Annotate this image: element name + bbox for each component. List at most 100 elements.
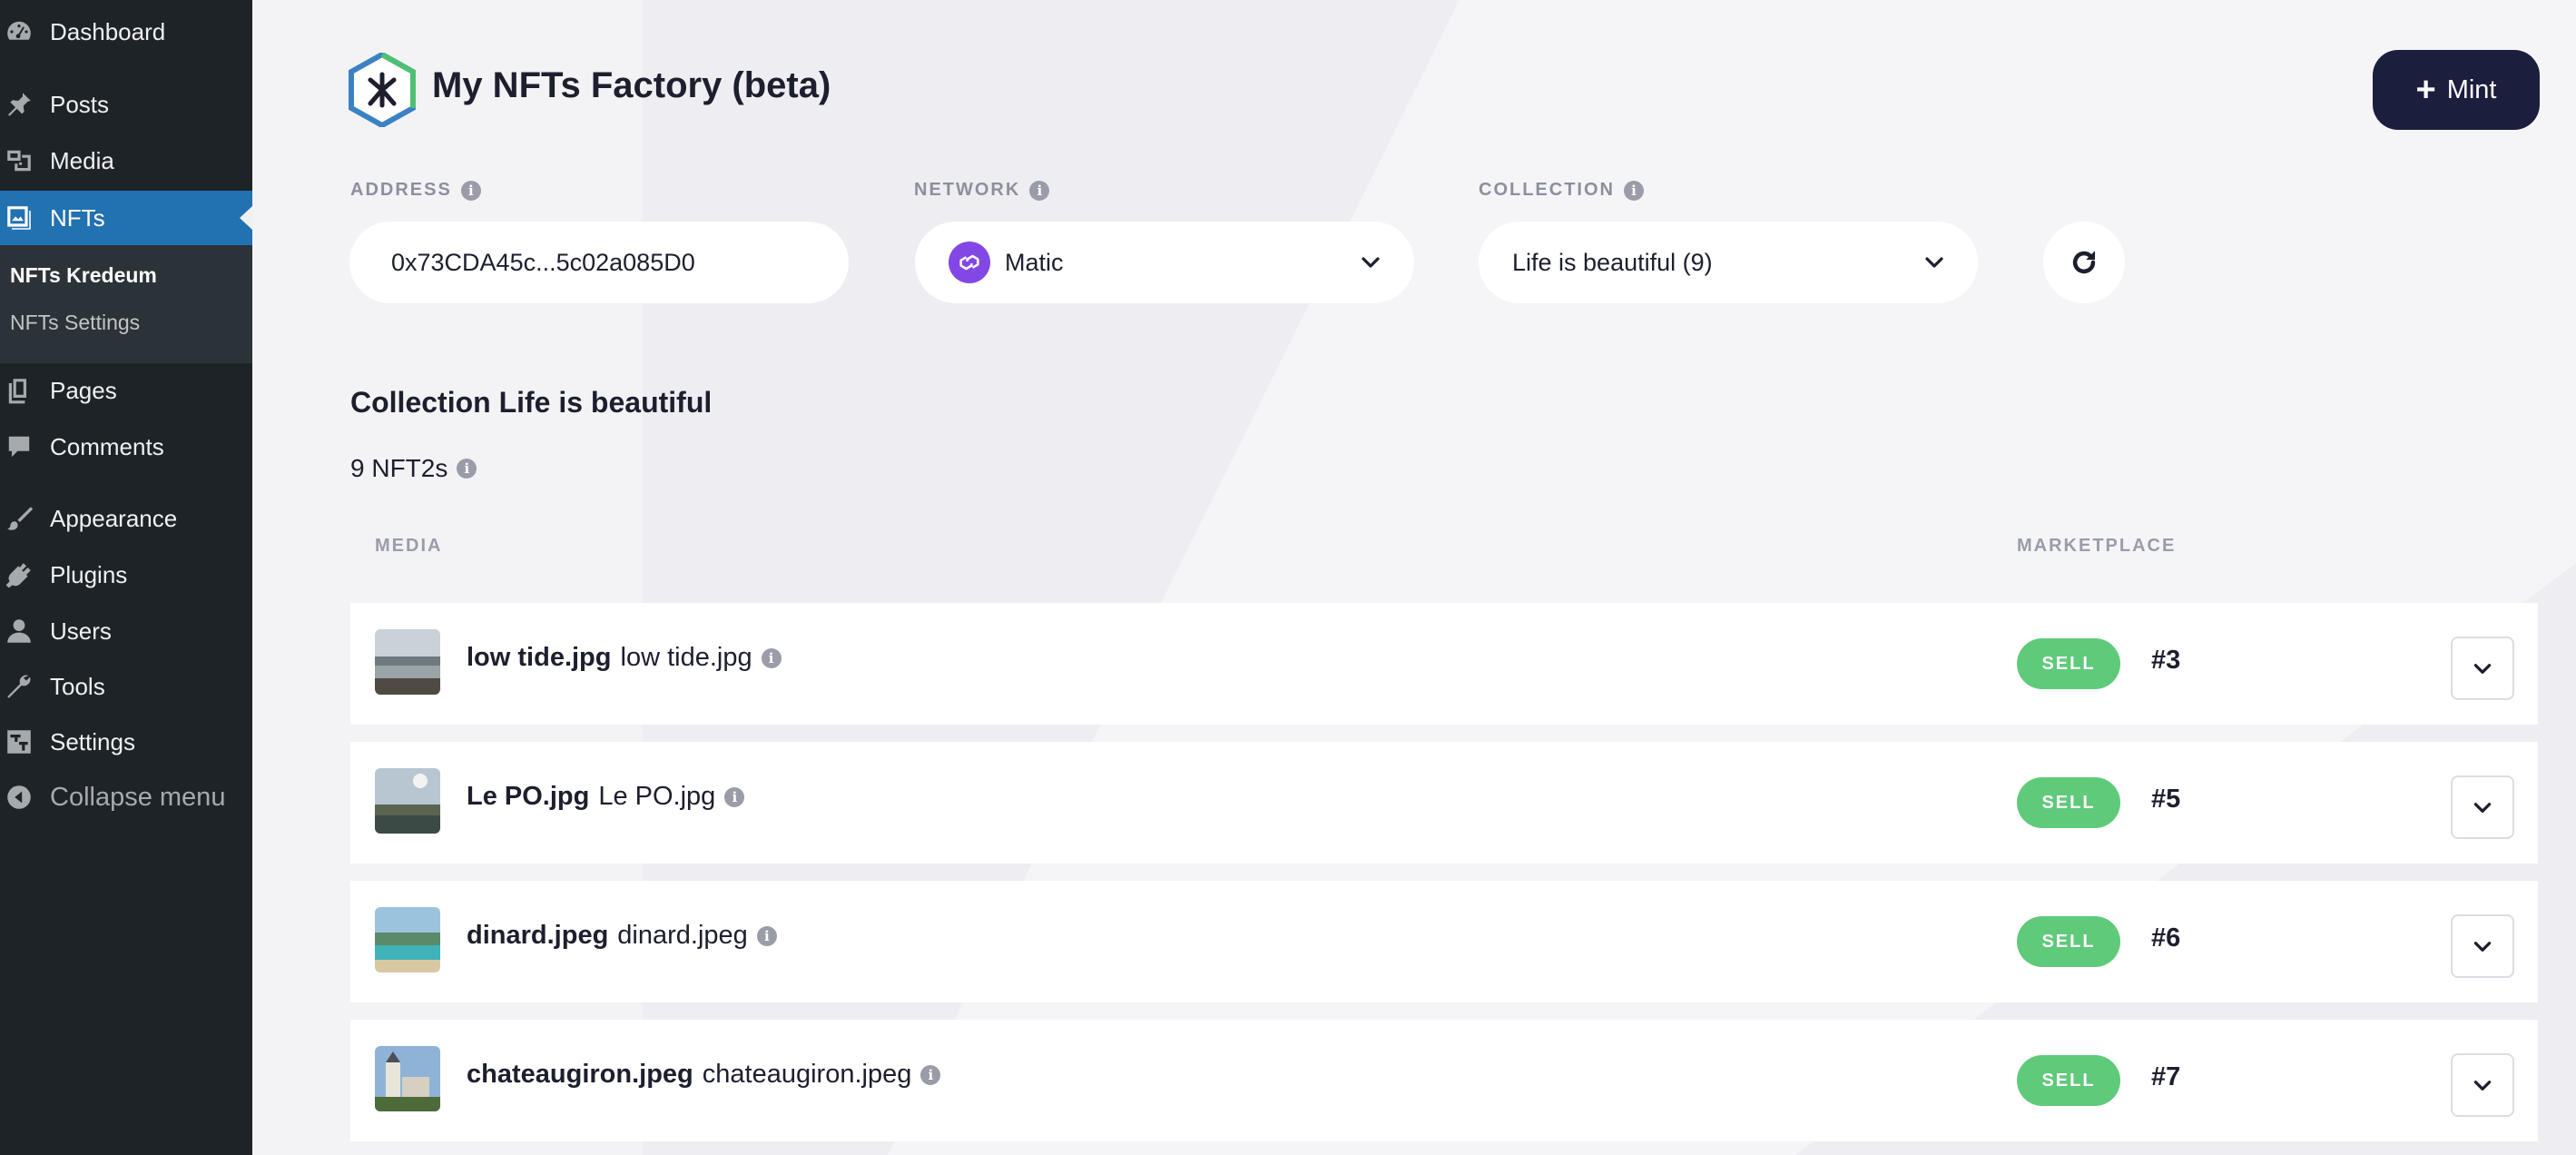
nft-thumbnail-dinard[interactable] [375, 907, 440, 972]
nft-row[interactable]: Le PO.jpg Le PO.jpg i SELL #5 [350, 742, 2538, 864]
nft-name: chateaugiron.jpeg chateaugiron.jpeg i [467, 1060, 941, 1090]
address-label: ADDRESS i [350, 180, 481, 201]
chevron-down-icon [2473, 664, 2492, 674]
info-icon[interactable]: i [724, 786, 745, 807]
sidebar-item-media[interactable]: Media [0, 133, 252, 188]
sidebar-item-posts[interactable]: Posts [0, 77, 252, 132]
collapse-menu-button[interactable]: Collapse menu [0, 770, 252, 824]
sell-button[interactable]: SELL [2017, 777, 2120, 828]
main-content: My NFTs Factory (beta) + Mint ADDRESS i … [252, 0, 2576, 1155]
media-column-header: MEDIA [375, 536, 443, 556]
sidebar-item-comments[interactable]: Comments [0, 420, 252, 474]
network-label: NETWORK i [914, 180, 1050, 201]
expand-row-button[interactable] [2451, 1053, 2514, 1117]
sidebar-item-label: Plugins [50, 560, 128, 588]
sidebar-item-label: NFTs [50, 203, 105, 232]
sidebar-item-label: Settings [50, 727, 135, 755]
nft-row[interactable]: low tide.jpg low tide.jpg i SELL #3 [350, 603, 2538, 725]
collection-select[interactable]: Life is beautiful (9) [1479, 222, 1978, 303]
settings-icon [4, 726, 34, 757]
collection-label: COLLECTION i [1479, 180, 1644, 201]
collapse-menu-label: Collapse menu [50, 782, 226, 812]
nft-title: dinard.jpeg [467, 921, 609, 950]
sidebar-item-tools[interactable]: Tools [0, 659, 252, 714]
sidebar-item-label: Dashboard [50, 17, 166, 45]
sidebar-item-pages[interactable]: Pages [0, 363, 252, 418]
submenu-item-nfts-settings[interactable]: NFTs Settings [10, 311, 140, 335]
chevron-down-icon [2473, 803, 2492, 813]
nft-filename: chateaugiron.jpeg [702, 1060, 912, 1089]
submenu-item-nfts-kredeum[interactable]: NFTs Kredeum [10, 263, 157, 288]
mint-button[interactable]: + Mint [2373, 50, 2540, 130]
nft-count: 9 NFT2s i [350, 454, 477, 483]
brush-icon [4, 503, 34, 534]
user-icon [4, 616, 34, 647]
sidebar-item-label: Posts [50, 90, 110, 118]
sidebar-item-label: Users [50, 617, 112, 645]
sidebar-item-label: Tools [50, 672, 105, 700]
sidebar-item-appearance[interactable]: Appearance [0, 491, 252, 546]
collection-label-text: COLLECTION [1479, 180, 1615, 200]
marketplace-column-header: MARKETPLACE [2017, 536, 2177, 556]
nft-count-text: 9 NFT2s [350, 454, 448, 482]
info-icon[interactable]: i [1624, 180, 1644, 201]
info-icon[interactable]: i [756, 925, 777, 946]
info-icon[interactable]: i [1029, 180, 1050, 201]
sidebar-item-plugins[interactable]: Plugins [0, 548, 252, 602]
nft-filename: dinard.jpeg [617, 921, 748, 950]
kredeum-logo [349, 51, 416, 129]
sidebar-item-settings[interactable]: Settings [0, 715, 252, 769]
sell-button[interactable]: SELL [2017, 638, 2120, 689]
chevron-down-icon [2473, 1081, 2492, 1091]
nft-gallery-icon [4, 202, 34, 233]
sidebar-item-label: Comments [50, 432, 164, 460]
address-field[interactable] [349, 222, 849, 303]
expand-row-button[interactable] [2451, 775, 2514, 839]
plus-icon: + [2415, 71, 2436, 109]
network-select-value: Matic [1005, 248, 1064, 276]
collection-heading: Collection Life is beautiful [350, 386, 713, 419]
nft-filename: Le PO.jpg [598, 782, 716, 811]
nft-row[interactable]: chateaugiron.jpeg chateaugiron.jpeg i SE… [350, 1020, 2538, 1141]
comments-icon [4, 431, 34, 462]
sidebar-item-users[interactable]: Users [0, 604, 252, 658]
sidebar-item-label: Appearance [50, 504, 178, 532]
nft-title: low tide.jpg [467, 643, 612, 672]
info-icon[interactable]: i [920, 1064, 941, 1085]
matic-network-icon [949, 242, 990, 283]
collapse-arrow-icon [4, 782, 34, 813]
nfts-submenu: NFTs Kredeum NFTs Settings [0, 245, 252, 363]
page-title: My NFTs Factory (beta) [432, 65, 831, 105]
nft-thumbnail-low-tide[interactable] [375, 629, 440, 695]
chevron-down-icon [2473, 942, 2492, 952]
sidebar-item-label: Media [50, 146, 114, 174]
expand-row-button[interactable] [2451, 914, 2514, 978]
nft-thumbnail-chateaugiron[interactable] [375, 1046, 440, 1111]
token-id: #6 [2151, 923, 2181, 953]
info-icon[interactable]: i [460, 180, 481, 201]
nft-thumbnail-le-po[interactable] [375, 768, 440, 834]
sell-button[interactable]: SELL [2017, 916, 2120, 967]
info-icon[interactable]: i [761, 647, 782, 668]
media-icon [4, 145, 34, 176]
refresh-icon [2072, 251, 2096, 274]
refresh-button[interactable] [2043, 222, 2125, 303]
sidebar-item-dashboard[interactable]: Dashboard [0, 5, 252, 59]
info-icon[interactable]: i [457, 459, 477, 479]
network-select[interactable]: Matic [915, 222, 1414, 303]
nft-name: low tide.jpg low tide.jpg i [467, 643, 782, 673]
network-label-text: NETWORK [914, 180, 1021, 200]
pages-icon [4, 375, 34, 406]
nft-name: Le PO.jpg Le PO.jpg i [467, 782, 745, 812]
nft-row[interactable]: dinard.jpeg dinard.jpeg i SELL #6 [350, 881, 2538, 1002]
chevron-down-icon [1362, 257, 1380, 268]
sell-button[interactable]: SELL [2017, 1055, 2120, 1106]
token-id: #5 [2151, 785, 2181, 814]
nft-filename: low tide.jpg [620, 643, 752, 672]
expand-row-button[interactable] [2451, 637, 2514, 700]
sidebar-item-nfts[interactable]: NFTs [0, 191, 252, 245]
wrench-icon [4, 671, 34, 702]
collection-select-value: Life is beautiful (9) [1512, 248, 1713, 276]
nft-name: dinard.jpeg dinard.jpeg i [467, 921, 777, 951]
sidebar-item-label: Pages [50, 376, 117, 404]
